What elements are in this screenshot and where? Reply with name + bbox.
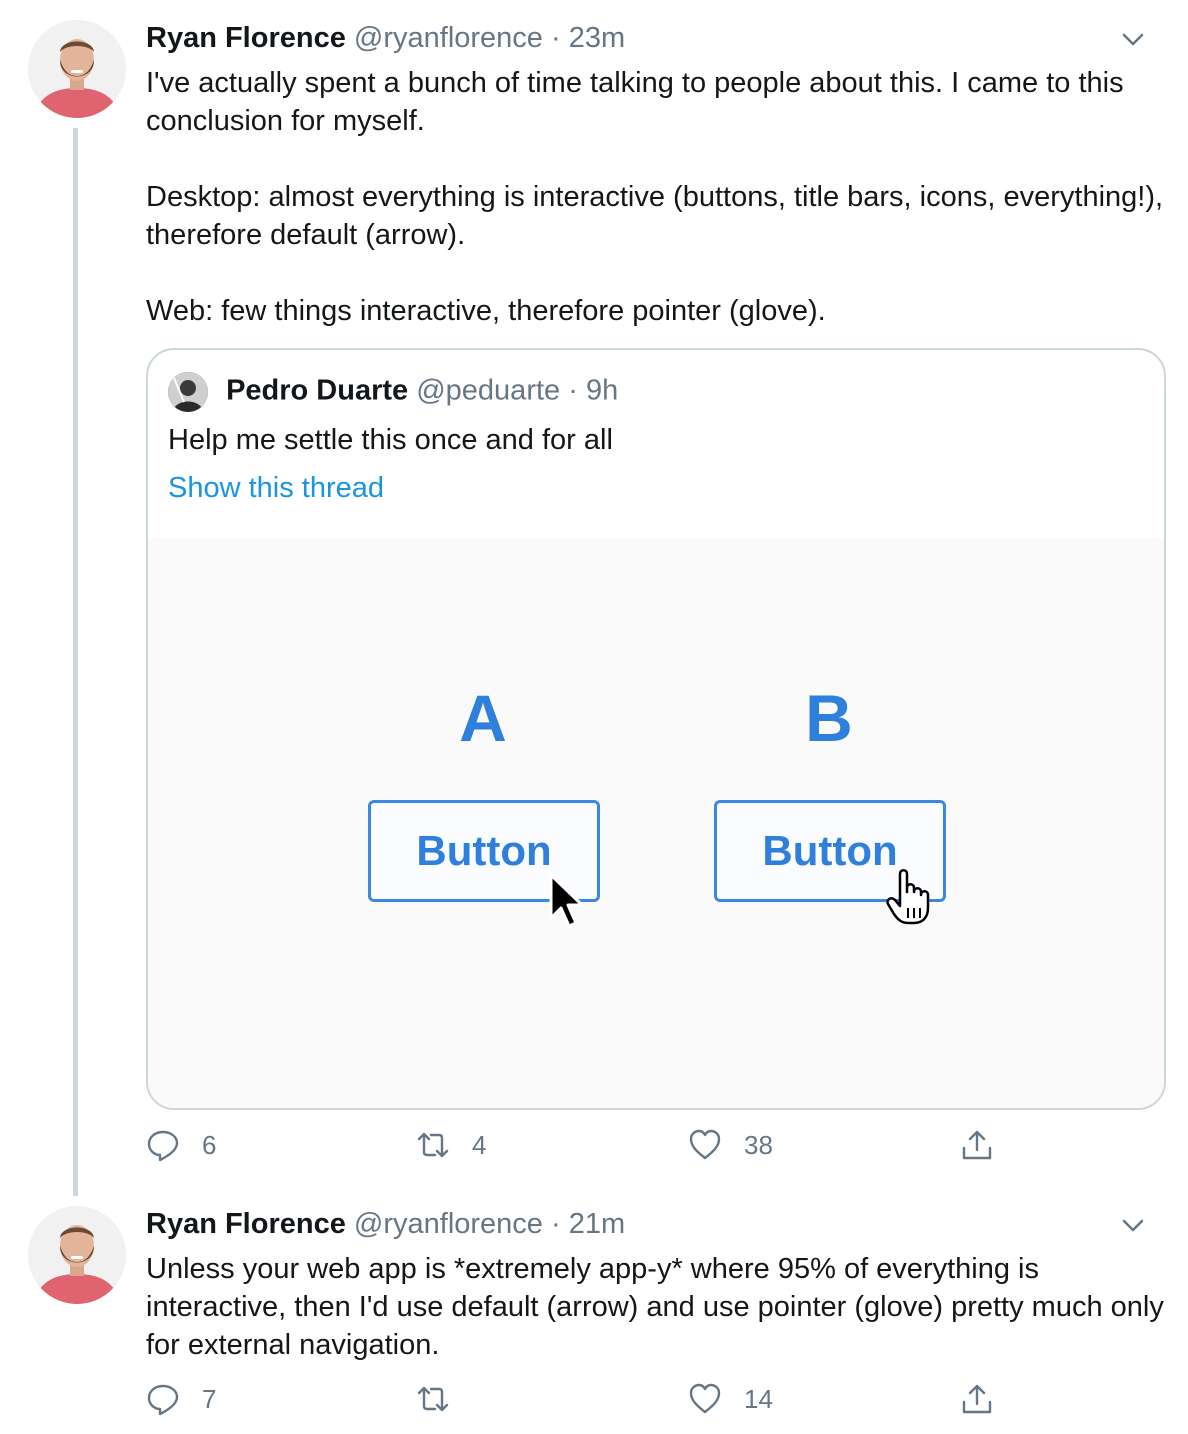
like-count: 14	[744, 1383, 773, 1414]
separator-dot: ·	[551, 1208, 561, 1240]
tweet-body: Ryan Florence @ryanflorence · 21m Unless…	[146, 1206, 1164, 1364]
separator-dot: ·	[551, 22, 561, 54]
chevron-down-icon[interactable]	[1118, 24, 1148, 54]
share-icon	[962, 1384, 992, 1414]
tweet-header: Ryan Florence @ryanflorence · 21m	[146, 1206, 1164, 1242]
chevron-down-icon[interactable]	[1118, 1210, 1148, 1240]
quoted-tweet-header: Pedro Duarte @peduarte · 9h	[168, 372, 618, 412]
reply-count: 6	[202, 1129, 217, 1160]
tweet-text: I've actually spent a bunch of time talk…	[146, 67, 1164, 327]
author-handle[interactable]: @ryanflorence	[354, 1208, 543, 1240]
option-a-label: A	[459, 681, 507, 755]
like-button[interactable]: 14	[688, 1382, 773, 1416]
timestamp[interactable]: 23m	[569, 22, 625, 54]
tweet-header: Ryan Florence @ryanflorence · 23m	[146, 20, 1164, 56]
share-button[interactable]	[960, 1382, 994, 1416]
author-name[interactable]: Ryan Florence	[146, 1208, 346, 1240]
like-icon	[689, 1383, 721, 1414]
share-icon	[962, 1130, 992, 1160]
retweet-button[interactable]: 4	[416, 1128, 486, 1162]
retweet-count: 4	[472, 1129, 487, 1160]
quoted-tweet-text: Help me settle this once and for all	[168, 424, 613, 456]
tweet-text: Unless your web app is *extremely app-y*…	[146, 1253, 1172, 1361]
reply-count: 7	[202, 1383, 217, 1414]
separator-dot: ·	[568, 374, 578, 407]
show-thread-link[interactable]: Show this thread	[168, 470, 384, 506]
quoted-media[interactable]: A B Button Button	[148, 538, 1164, 1108]
option-b-label: B	[805, 681, 853, 755]
retweet-icon	[417, 1132, 449, 1158]
like-icon	[689, 1129, 721, 1160]
arrow-cursor-icon	[549, 873, 584, 928]
timestamp[interactable]: 21m	[569, 1208, 625, 1240]
thread-connector	[73, 128, 78, 1196]
author-name[interactable]: Ryan Florence	[146, 22, 346, 54]
quoted-author-handle: @peduarte	[416, 374, 561, 407]
reply-button[interactable]: 6	[146, 1128, 216, 1162]
author-handle[interactable]: @ryanflorence	[354, 22, 543, 54]
quoted-tweet[interactable]: Pedro Duarte @peduarte · 9h Help me sett…	[146, 348, 1166, 1110]
tweet-body: Ryan Florence @ryanflorence · 23m I've a…	[146, 20, 1164, 330]
reply-icon	[147, 1384, 179, 1416]
reply-icon	[147, 1130, 179, 1162]
share-button[interactable]	[960, 1128, 994, 1162]
quoted-timestamp: 9h	[585, 374, 619, 407]
quoted-avatar	[168, 372, 208, 412]
like-button[interactable]: 38	[688, 1128, 773, 1162]
quoted-author-name: Pedro Duarte	[226, 374, 409, 407]
avatar[interactable]	[28, 1206, 126, 1304]
reply-button[interactable]: 7	[146, 1382, 216, 1416]
tweet-actions: 6 4 38	[146, 1128, 1026, 1168]
retweet-button[interactable]	[416, 1382, 472, 1416]
hand-cursor-icon	[886, 869, 930, 925]
tweet-actions: 7 14	[146, 1382, 1026, 1422]
avatar[interactable]	[28, 20, 126, 118]
retweet-icon	[417, 1386, 449, 1412]
like-count: 38	[744, 1129, 773, 1160]
